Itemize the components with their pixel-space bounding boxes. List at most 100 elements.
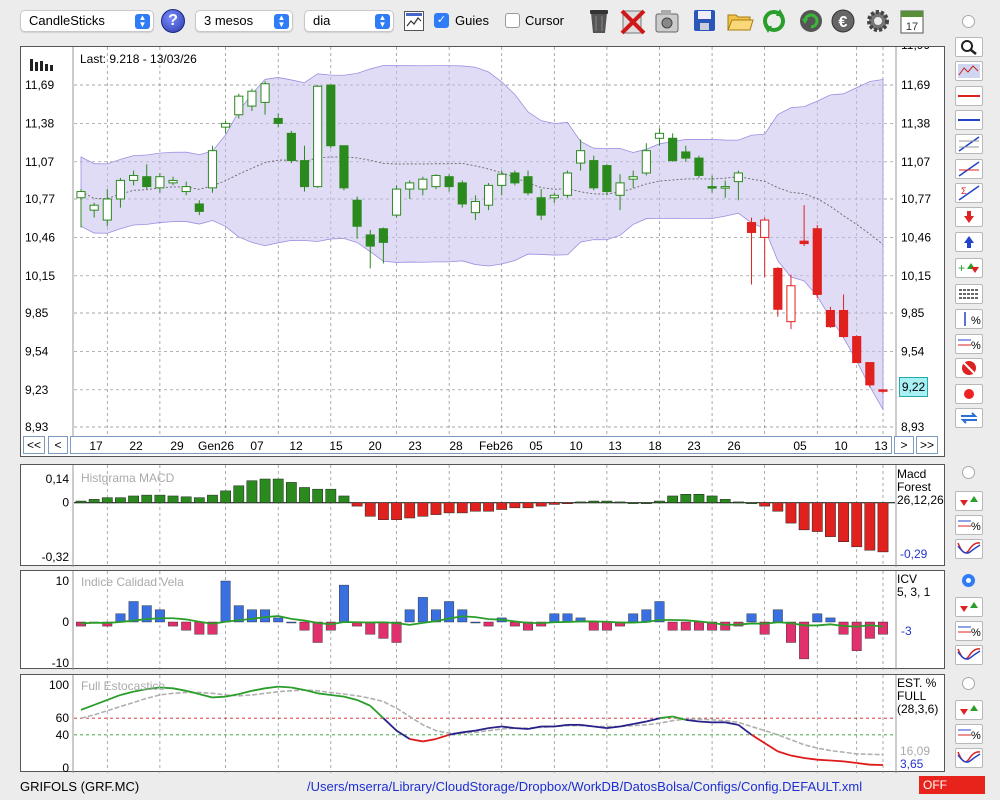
candle-body bbox=[654, 132, 665, 139]
stop-icon[interactable] bbox=[955, 358, 983, 378]
y-tick-label: 9,54 bbox=[901, 344, 925, 358]
icv-bar bbox=[549, 613, 560, 623]
candle-body bbox=[812, 228, 822, 295]
x-tick-label: 20 bbox=[368, 439, 382, 453]
cursor-checkbox[interactable] bbox=[505, 13, 520, 28]
percent-lines-icon[interactable]: % bbox=[955, 515, 983, 535]
candle bbox=[207, 145, 218, 193]
chevron-updown-icon: ▲ ▼ bbox=[274, 14, 289, 29]
image-icon[interactable] bbox=[653, 7, 679, 35]
icv-bar bbox=[365, 621, 376, 635]
panel-radio[interactable] bbox=[962, 574, 975, 587]
candle-body bbox=[234, 95, 244, 116]
candle bbox=[746, 217, 757, 285]
grid-lines-icon[interactable] bbox=[955, 284, 983, 304]
candle bbox=[286, 130, 296, 164]
percent-lines-icon[interactable]: % bbox=[955, 724, 983, 744]
indicator-curve-icon[interactable] bbox=[955, 539, 983, 559]
guies-checkbox[interactable]: ✓ bbox=[434, 13, 449, 28]
config-path-link[interactable]: /Users/mserra/Library/CloudStorage/Dropb… bbox=[307, 779, 862, 794]
candle bbox=[457, 180, 467, 208]
zoom-icon[interactable] bbox=[955, 37, 983, 57]
candle bbox=[760, 217, 770, 278]
update-icon[interactable] bbox=[797, 7, 823, 35]
candle-body bbox=[628, 176, 638, 180]
percent-lines-icon[interactable]: % bbox=[955, 621, 983, 641]
horizontal-line-icon[interactable] bbox=[955, 86, 983, 106]
nav-first-button[interactable]: << bbox=[23, 436, 45, 454]
period-select[interactable]: 3 mesos ▲ ▼ bbox=[195, 10, 293, 32]
candle-body bbox=[431, 174, 441, 188]
help-button[interactable]: ? bbox=[161, 9, 185, 33]
nav-prev-button[interactable]: < bbox=[48, 436, 68, 454]
add-signal-icon[interactable]: + bbox=[955, 258, 983, 278]
panel-radio[interactable] bbox=[962, 15, 975, 28]
macd-bar bbox=[101, 497, 113, 503]
off-status-badge[interactable]: OFF bbox=[919, 776, 985, 794]
bar-chart-icon[interactable] bbox=[29, 55, 59, 74]
save-icon[interactable] bbox=[692, 7, 718, 35]
stoch-k-segment bbox=[382, 717, 398, 732]
signal-arrows-icon[interactable] bbox=[955, 491, 983, 511]
sum-line-icon[interactable]: Σ bbox=[955, 183, 983, 203]
delete-icon[interactable] bbox=[619, 7, 646, 35]
trash-icon[interactable] bbox=[586, 7, 612, 35]
panel-radio[interactable] bbox=[962, 677, 975, 690]
svg-text:17: 17 bbox=[906, 21, 918, 33]
candle bbox=[786, 274, 796, 330]
currency-icon[interactable]: € bbox=[829, 7, 855, 35]
interval-select[interactable]: dia ▲ ▼ bbox=[304, 10, 394, 32]
macd-bar bbox=[167, 495, 179, 503]
nav-next-button[interactable]: > bbox=[894, 436, 914, 454]
stoch-k-segment bbox=[264, 685, 279, 690]
candle-body bbox=[733, 172, 743, 183]
macd-bar bbox=[746, 502, 757, 504]
calendar-icon[interactable]: 17 bbox=[899, 7, 925, 35]
indicator-curve-icon[interactable] bbox=[955, 645, 983, 665]
macd-bar bbox=[785, 502, 797, 524]
signal-arrows-icon[interactable] bbox=[955, 597, 983, 617]
y-tick-label: 9,85 bbox=[901, 306, 925, 320]
swap-icon[interactable] bbox=[955, 408, 983, 428]
macd-bar bbox=[193, 497, 205, 503]
chart-window-icon[interactable] bbox=[404, 11, 424, 31]
folder-icon[interactable] bbox=[726, 7, 754, 35]
signal-arrows-icon[interactable] bbox=[955, 700, 983, 720]
y-tick-label: 11,99 bbox=[901, 47, 930, 52]
chart-type-select[interactable]: CandleSticks ▲ ▼ bbox=[20, 10, 154, 32]
candle-body bbox=[339, 145, 349, 189]
x-tick-label: 05 bbox=[529, 439, 543, 453]
refresh-icon[interactable] bbox=[760, 7, 786, 35]
x-tick-label: 10 bbox=[569, 439, 583, 453]
macd-bar bbox=[128, 495, 139, 503]
nav-last-button[interactable]: >> bbox=[916, 436, 938, 454]
y-tick-label: 9,23 bbox=[25, 383, 49, 397]
stoch-k-segment bbox=[593, 725, 608, 730]
stoch-k-segment bbox=[527, 725, 542, 730]
gear-icon[interactable] bbox=[864, 7, 890, 35]
price-chart[interactable]: 11,69 11,69 11,38 11,38 11,07 11,07 10,77 10,77… bbox=[21, 47, 946, 458]
macd-bar bbox=[115, 497, 126, 503]
stoch-k-segment bbox=[212, 695, 226, 699]
sell-arrow-icon[interactable] bbox=[955, 207, 983, 227]
y-tick-label: 10,15 bbox=[901, 269, 931, 283]
panel-radio[interactable] bbox=[962, 466, 975, 479]
percent-lines-icon[interactable]: % bbox=[955, 334, 983, 354]
candle-body bbox=[444, 176, 454, 188]
macd-bar bbox=[443, 502, 455, 514]
fit-icon[interactable] bbox=[955, 61, 983, 81]
candle-body bbox=[76, 191, 86, 199]
buy-arrow-icon[interactable] bbox=[955, 232, 983, 252]
icv-title: Indice Calidad Vela bbox=[81, 575, 184, 589]
trend-line-icon[interactable] bbox=[955, 159, 983, 179]
blue-line-icon[interactable] bbox=[955, 110, 983, 130]
macd-bar bbox=[588, 500, 600, 503]
candle-body bbox=[707, 186, 717, 189]
record-icon[interactable] bbox=[955, 384, 983, 404]
candle-body bbox=[405, 182, 415, 190]
x-tick-label: 13 bbox=[608, 439, 622, 453]
indicator-curve-icon[interactable] bbox=[955, 748, 983, 768]
macd-panel: 0,14 0 -0,32 Histgrama MACD Macd Forest 26,1… bbox=[20, 464, 945, 567]
fibonacci-icon[interactable] bbox=[955, 134, 983, 154]
percent-range-icon[interactable]: % bbox=[955, 309, 983, 329]
